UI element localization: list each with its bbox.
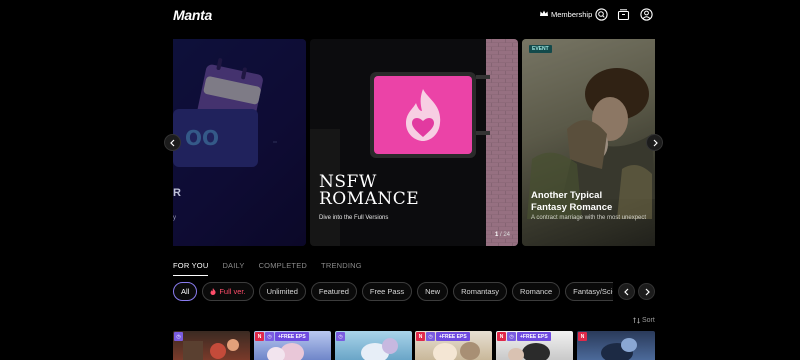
chevron-left-icon: [623, 288, 628, 295]
chevron-right-icon: [653, 139, 658, 146]
new-badge: N: [497, 332, 506, 341]
slide-title-fragment: R: [173, 187, 181, 199]
new-badge: N: [255, 332, 264, 341]
series-card[interactable]: ◷: [335, 331, 412, 360]
slide-title-line2: Fantasy Romance: [531, 202, 613, 213]
category-tabs: FOR YOU DAILY COMPLETED TRENDING: [173, 261, 362, 276]
carousel-next-button[interactable]: [646, 134, 663, 151]
slide-subtitle: Dive into the Full Versions: [319, 215, 389, 221]
slide-subtitle: A contract marriage with the most unexpe…: [531, 215, 647, 221]
filter-chips: All Full ver. Unlimited Featured Free Pa…: [173, 282, 613, 301]
wait-free-badge: ◷: [174, 332, 183, 341]
sort-button[interactable]: Sort: [633, 317, 655, 324]
tab-completed[interactable]: COMPLETED: [259, 261, 307, 276]
series-card[interactable]: N ◷ +FREE EPS: [496, 331, 573, 360]
wait-free-badge: ◷: [426, 332, 435, 341]
pager-total: / 24: [499, 232, 510, 238]
carousel-slide-previous[interactable]: OO R y: [173, 39, 306, 246]
chip-unlimited[interactable]: Unlimited: [258, 282, 306, 301]
chip-full-version[interactable]: Full ver.: [202, 282, 254, 301]
tab-trending[interactable]: TRENDING: [321, 261, 362, 276]
hero-carousel: OO R y NSFW ROMANCE Dive into the Full V…: [173, 39, 655, 246]
carousel-prev-button[interactable]: [164, 134, 181, 151]
chip-free-pass[interactable]: Free Pass: [361, 282, 413, 301]
slide-dim-overlay: [173, 39, 306, 246]
flame-icon: [210, 288, 216, 295]
slide-title-line2: ROMANCE: [319, 189, 420, 209]
new-badge: N: [416, 332, 425, 341]
chip-fantasy-sci-fi[interactable]: Fantasy/Sci-Fi: [565, 282, 613, 301]
series-cover-art: [183, 339, 239, 360]
manta-logo[interactable]: Manta: [173, 7, 212, 23]
top-nav: Manta Membership: [0, 0, 800, 30]
series-cover-art: [601, 338, 637, 360]
new-badge: N: [578, 332, 587, 341]
series-card[interactable]: ◷: [173, 331, 250, 360]
sort-label: Sort: [642, 317, 655, 324]
library-icon[interactable]: [617, 8, 630, 21]
event-badge: EVENT: [529, 45, 552, 53]
chip-new[interactable]: New: [417, 282, 449, 301]
free-eps-badge: +FREE EPS: [436, 332, 470, 341]
chip-romantasy[interactable]: Romantasy: [453, 282, 508, 301]
slide-title: NSFW ROMANCE: [319, 174, 419, 208]
account-icon[interactable]: [640, 8, 653, 21]
slide-title: Another Typical Fantasy Romance: [531, 190, 612, 214]
membership-link[interactable]: Membership: [540, 10, 592, 19]
slide-subtitle-fragment: y: [173, 215, 176, 221]
membership-label: Membership: [551, 10, 593, 19]
sort-icon: [633, 317, 640, 324]
chip-romance[interactable]: Romance: [512, 282, 561, 301]
search-icon[interactable]: [595, 8, 608, 21]
chevron-left-icon: [169, 139, 174, 146]
chevron-right-icon: [645, 288, 650, 295]
carousel-slide-active[interactable]: NSFW ROMANCE Dive into the Full Versions…: [310, 39, 518, 246]
slide-title-line1: Another Typical: [531, 190, 603, 201]
wait-free-badge: ◷: [336, 332, 345, 341]
chip-label: Full ver.: [219, 287, 246, 296]
pager-current: 1: [494, 232, 499, 238]
chip-all[interactable]: All: [173, 282, 198, 301]
chip-featured[interactable]: Featured: [310, 282, 357, 301]
chips-prev-button[interactable]: [618, 283, 635, 300]
chips-next-button[interactable]: [638, 283, 655, 300]
carousel-pager: 1 / 24: [495, 232, 510, 238]
tab-for-you[interactable]: FOR YOU: [173, 261, 209, 276]
wait-free-badge: ◷: [265, 332, 274, 341]
tab-daily[interactable]: DAILY: [222, 261, 244, 276]
free-eps-badge: +FREE EPS: [517, 332, 551, 341]
series-cover-art: [361, 338, 398, 360]
series-card[interactable]: N ◷ +FREE EPS: [415, 331, 492, 360]
wait-free-badge: ◷: [507, 332, 516, 341]
series-card[interactable]: N ◷ +FREE EPS: [254, 331, 331, 360]
series-card[interactable]: N: [577, 331, 655, 360]
crown-icon: [540, 10, 548, 19]
free-eps-badge: +FREE EPS: [275, 332, 309, 341]
carousel-slide-next[interactable]: EVENT Another Typical Fantasy Romance A …: [522, 39, 655, 246]
